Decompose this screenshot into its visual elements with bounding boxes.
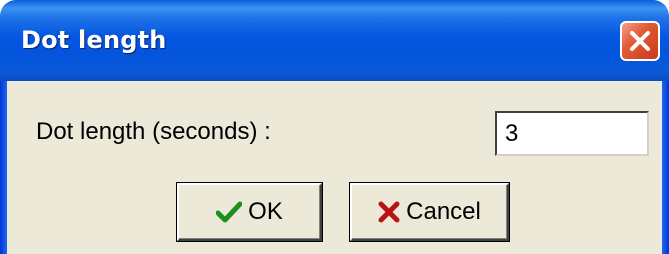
cancel-button-label: Cancel <box>406 198 481 225</box>
window-title: Dot length <box>21 26 167 54</box>
dot-length-input[interactable] <box>495 111 649 156</box>
title-bar[interactable]: Dot length <box>0 0 669 81</box>
checkmark-icon <box>215 201 243 223</box>
dialog-body <box>0 81 669 254</box>
ok-button[interactable]: OK <box>177 183 322 241</box>
cancel-button[interactable]: Cancel <box>350 183 509 241</box>
ok-button-label: OK <box>248 198 283 225</box>
close-icon <box>630 31 650 51</box>
dot-length-label: Dot length (seconds) : <box>36 118 271 145</box>
window-right-border <box>662 81 669 254</box>
window-left-border <box>0 81 7 254</box>
dialog-window: Dot length Dot length (seconds) : OK Can… <box>0 0 669 254</box>
x-icon <box>378 201 400 223</box>
close-button[interactable] <box>620 21 660 61</box>
